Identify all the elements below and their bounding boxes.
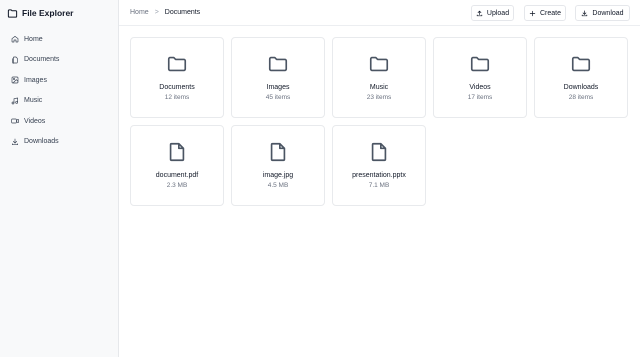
- breadcrumb-separator: >: [154, 9, 159, 16]
- file-icon: [169, 142, 185, 162]
- sidebar-item-label: Home: [24, 35, 43, 43]
- sidebar-item-images[interactable]: Images: [11, 70, 59, 91]
- top-bar: Home > Documents Upload Create Download: [119, 0, 640, 26]
- upload-button-label: Upload: [486, 9, 510, 17]
- download-button-label: Download: [592, 9, 624, 17]
- folder-card-images[interactable]: Images 45 items: [231, 37, 325, 118]
- file-icon: [270, 142, 286, 162]
- folder-icon: [369, 56, 389, 72]
- download-button[interactable]: Download: [575, 5, 630, 21]
- file-card-image-jpg[interactable]: image.jpg 4.5 MB: [231, 125, 325, 206]
- folder-icon: [571, 56, 591, 72]
- sidebar-item-label: Videos: [24, 117, 46, 125]
- folder-item-count: 28 items: [568, 94, 594, 101]
- folder-icon: [268, 56, 288, 72]
- download-icon: [12, 138, 18, 145]
- folder-name: Music: [369, 84, 389, 91]
- folder-icon: [470, 56, 490, 72]
- file-card-presentation-pptx[interactable]: presentation.pptx 7.1 MB: [332, 125, 426, 206]
- plus-icon: [529, 10, 536, 16]
- file-grid: Documents 12 items Images 45 items Music…: [130, 37, 628, 206]
- music-icon: [11, 97, 18, 105]
- sidebar-item-videos[interactable]: Videos: [11, 111, 59, 132]
- file-name: image.jpg: [262, 172, 294, 179]
- folder-card-videos[interactable]: Videos 17 items: [433, 37, 527, 118]
- file-size: 2.3 MB: [166, 182, 188, 189]
- sidebar-item-label: Music: [24, 97, 43, 105]
- video-icon: [11, 118, 19, 124]
- file-name: document.pdf: [155, 172, 199, 179]
- image-icon: [11, 76, 19, 84]
- sidebar-item-label: Downloads: [24, 138, 59, 146]
- upload-button[interactable]: Upload: [471, 5, 514, 21]
- sidebar-item-downloads[interactable]: Downloads: [11, 132, 59, 153]
- sidebar-item-music[interactable]: Music: [11, 91, 59, 112]
- home-icon: [11, 36, 19, 43]
- sidebar-item-label: Images: [24, 76, 47, 84]
- download-icon: [582, 10, 588, 16]
- folder-card-music[interactable]: Music 23 items: [332, 37, 426, 118]
- file-size: 4.5 MB: [267, 182, 289, 189]
- folder-name: Downloads: [563, 84, 599, 91]
- sidebar-item-documents[interactable]: Documents: [11, 50, 59, 71]
- file-icon: [371, 142, 387, 162]
- file-card-document-pdf[interactable]: document.pdf 2.3 MB: [130, 125, 224, 206]
- create-button[interactable]: Create: [524, 5, 566, 21]
- file-name: presentation.pptx: [352, 172, 406, 179]
- folder-name: Videos: [469, 84, 491, 91]
- breadcrumb: Home > Documents: [130, 9, 200, 16]
- folder-item-count: 12 items: [164, 94, 190, 101]
- app-title-text: File Explorer: [22, 8, 74, 18]
- app-title: File Explorer: [7, 7, 74, 19]
- file-grid-area: Documents 12 items Images 45 items Music…: [119, 27, 640, 357]
- folder-item-count: 17 items: [467, 94, 493, 101]
- folder-icon: [7, 8, 18, 18]
- sidebar-item-label: Documents: [24, 56, 60, 64]
- sidebar-nav: Home Documents Images Music Videos Downl…: [11, 29, 59, 152]
- document-icon: [12, 56, 18, 64]
- sidebar-item-home[interactable]: Home: [11, 29, 59, 50]
- upload-icon: [476, 10, 483, 16]
- file-size: 7.1 MB: [368, 182, 390, 189]
- sidebar: File Explorer Home Documents Images Musi…: [0, 0, 119, 357]
- folder-card-downloads[interactable]: Downloads 28 items: [534, 37, 628, 118]
- create-button-label: Create: [539, 9, 561, 17]
- folder-name: Documents: [159, 84, 195, 91]
- breadcrumb-home[interactable]: Home: [130, 9, 149, 16]
- folder-icon: [167, 56, 187, 72]
- folder-item-count: 23 items: [366, 94, 392, 101]
- folder-item-count: 45 items: [265, 94, 291, 101]
- breadcrumb-current: Documents: [164, 9, 201, 16]
- folder-card-documents[interactable]: Documents 12 items: [130, 37, 224, 118]
- folder-name: Images: [266, 84, 290, 91]
